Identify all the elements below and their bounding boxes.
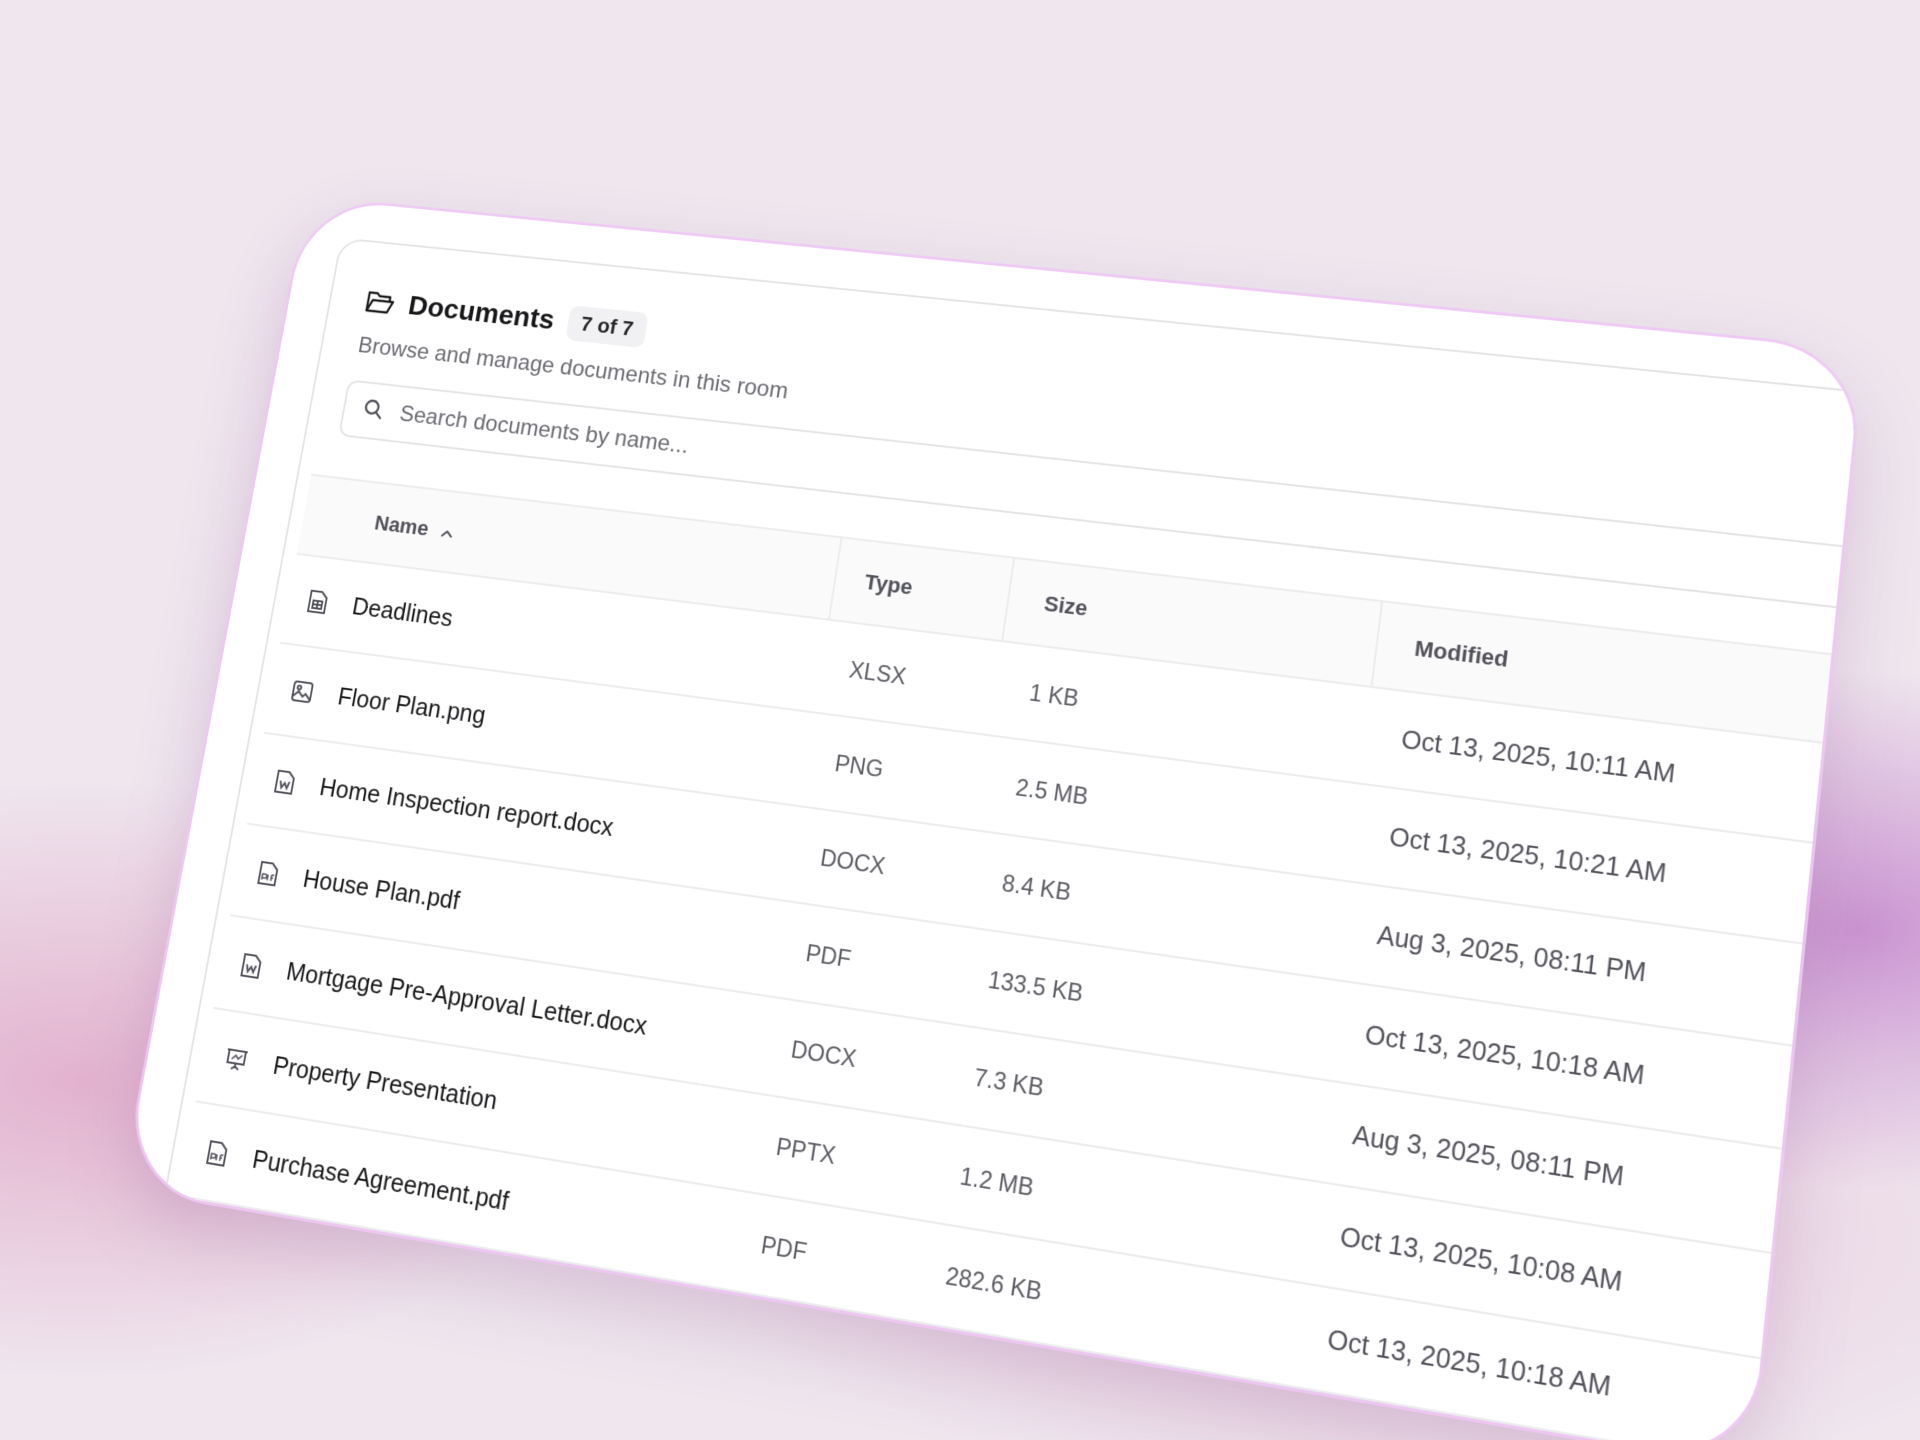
pdf-icon <box>256 860 280 888</box>
search-icon <box>360 397 386 426</box>
column-header-size-label: Size <box>1042 591 1090 621</box>
device-frame: Documents 7 of 7 Browse and manage docum… <box>123 198 1863 1440</box>
file-name[interactable]: House Plan.pdf <box>301 865 462 916</box>
file-name[interactable]: Property Presentation <box>271 1051 499 1116</box>
column-header-modified-label: Modified <box>1413 635 1510 672</box>
page-title: Documents <box>405 290 557 336</box>
documents-table: Name Type Size Modified Deadlines XLSX 1… <box>178 473 1832 1440</box>
documents-panel: Documents 7 of 7 Browse and manage docum… <box>163 237 1859 1440</box>
sort-ascending-icon <box>439 519 456 545</box>
file-name[interactable]: Floor Plan.png <box>336 683 488 730</box>
folder-open-icon <box>364 289 397 317</box>
spreadsheet-icon <box>306 589 330 616</box>
presentation-icon <box>222 1046 250 1073</box>
word-doc-icon <box>273 769 297 796</box>
file-name[interactable]: Purchase Agreement.pdf <box>250 1145 511 1217</box>
file-name[interactable]: Deadlines <box>350 593 455 633</box>
pdf-icon <box>205 1139 230 1168</box>
count-badge: 7 of 7 <box>565 305 649 349</box>
file-name[interactable]: Home Inspection report.docx <box>317 773 616 842</box>
image-icon <box>290 679 315 704</box>
column-header-name-label: Name <box>372 510 431 541</box>
column-header-type-label: Type <box>863 569 915 600</box>
perspective-stage: Documents 7 of 7 Browse and manage docum… <box>0 0 1920 1440</box>
word-doc-icon <box>239 952 263 980</box>
